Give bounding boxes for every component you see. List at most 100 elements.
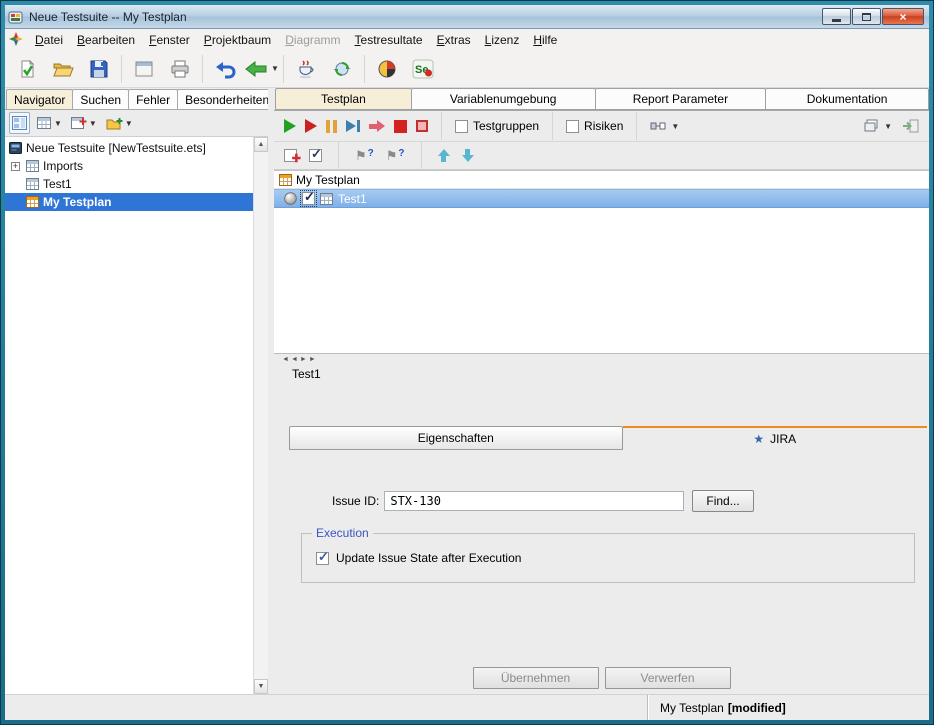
menu-projektbaum[interactable]: Projektbaum [197,31,278,49]
save-button[interactable] [81,52,117,86]
menu-hilfe[interactable]: Hilfe [526,31,564,49]
browser-refresh-button[interactable] [324,52,360,86]
tab-jira[interactable]: ★ JIRA [623,426,927,450]
row-enabled-checkbox[interactable] [302,192,315,205]
close-button[interactable]: × [882,8,924,25]
testplan-item-list: My Testplan Test1 [274,170,929,353]
chevron-down-icon: ▼ [671,122,679,131]
question-icon: ? [368,149,374,159]
export-report-button[interactable] [902,119,919,133]
expand-icon[interactable]: + [11,162,20,171]
java-bridge-button[interactable] [288,52,324,86]
flag-question-alt-icon[interactable]: ⚑? [386,149,405,162]
update-issue-row[interactable]: Update Issue State after Execution [316,551,914,565]
collapse-left-icon[interactable]: ◄ [282,356,289,363]
testplan-row-test1[interactable]: Test1 [274,189,929,208]
tab-navigator[interactable]: Navigator [6,89,73,109]
run-button[interactable] [284,119,296,133]
tree-item-test1[interactable]: Test1 [5,175,253,193]
collapse-left-icon[interactable]: ◄ [291,356,298,363]
app-window: Neue Testsuite -- My Testplan × Datei Be… [0,0,934,725]
tree-item-imports[interactable]: + Imports [5,157,253,175]
navigator-toolbar: ▼ ▼ ▼ [5,110,268,137]
menu-bearbeiten[interactable]: Bearbeiten [70,31,142,49]
open-button[interactable] [45,52,81,86]
testgruppen-label: Testgruppen [473,119,539,133]
tree-item-my-testplan[interactable]: My Testplan [5,193,253,211]
menu-testresultate[interactable]: Testresultate [348,31,430,49]
menu-fenster[interactable]: Fenster [142,31,197,49]
pause-button[interactable] [326,120,337,133]
collapse-right-icon[interactable]: ► [309,356,316,363]
detail-spacer [274,384,929,426]
navigate-back-icon [243,59,269,79]
testgruppen-checkbox[interactable]: Testgruppen [455,119,539,133]
selenium-button[interactable]: Se [405,52,441,86]
toggle-check-item-button[interactable] [309,149,322,162]
find-button[interactable]: Find... [692,490,753,512]
checkbox-icon[interactable] [455,120,468,133]
new-suite-button[interactable] [9,52,45,86]
move-down-button[interactable] [462,149,474,162]
scroll-down-icon[interactable]: ▼ [254,679,268,694]
titlebar[interactable]: Neue Testsuite -- My Testplan × [5,5,929,29]
tab-variablenumgebung[interactable]: Variablenumgebung [411,88,596,110]
tree-view-mode-icon [12,116,27,130]
update-issue-checkbox[interactable] [316,552,329,565]
testplan-root-row[interactable]: My Testplan [274,171,929,189]
undo-button[interactable] [207,52,243,86]
tree-scrollbar[interactable]: ▲ ▼ [253,137,268,694]
new-folder-menu-button[interactable]: ▼ [104,112,135,134]
horizontal-splitter[interactable]: ◄ ◄ ► ► [274,353,929,364]
minimize-button[interactable] [822,8,851,25]
run-to-end-button[interactable] [346,120,360,132]
scroll-up-icon[interactable]: ▲ [254,137,268,152]
execution-group-label: Execution [312,526,373,540]
issue-id-input[interactable] [384,491,684,511]
jira-icon: ★ [753,432,764,446]
report-layers-menu-button[interactable]: ▼ [863,119,892,133]
stop-button[interactable] [394,120,407,133]
checkbox-icon[interactable] [566,120,579,133]
new-testcase-menu-button[interactable]: ▼ [69,112,99,134]
flag-question-icon[interactable]: ⚑? [355,149,374,162]
apply-button-row: Übernehmen Verwerfen [274,662,929,694]
print-button[interactable] [162,52,198,86]
risiken-checkbox[interactable]: Risiken [566,119,623,133]
navigator-tree: Neue Testsuite [NewTestsuite.ets] + Impo… [5,137,253,694]
tab-fehler[interactable]: Fehler [128,89,178,109]
tree-item-suite[interactable]: Neue Testsuite [NewTestsuite.ets] [5,139,253,157]
apply-button[interactable]: Übernehmen [473,667,599,689]
maximize-button[interactable] [852,8,881,25]
new-folder-menu-icon [106,117,123,130]
menu-datei[interactable]: Datei [28,31,70,49]
window-copy-button[interactable] [126,52,162,86]
discard-button[interactable]: Verwerfen [605,667,731,689]
tab-besonderheiten[interactable]: Besonderheiten [177,89,277,109]
testplan-panel: Testplan Variablenumgebung Report Parame… [274,88,929,694]
navigate-back-button[interactable]: ▼ [243,52,279,86]
imports-icon [26,160,39,172]
connector-menu-button[interactable]: ▼ [650,119,679,133]
navigator-panel: Navigator Suchen Fehler Besonderheiten ▼… [5,88,268,694]
stop-all-button[interactable] [416,120,428,132]
tab-suchen[interactable]: Suchen [72,89,129,109]
tree-view-mode-button[interactable] [9,112,30,134]
detail-tab-bar: Eigenschaften ★ JIRA [289,426,927,450]
main-toolbar: ▼ Se [5,50,929,88]
menu-extras[interactable]: Extras [430,31,478,49]
tab-testplan[interactable]: Testplan [275,88,412,110]
new-item-menu-button[interactable]: ▼ [35,112,64,134]
run-debug-button[interactable] [305,119,317,133]
coverage-button[interactable] [369,52,405,86]
collapse-right-icon[interactable]: ► [300,356,307,363]
tab-eigenschaften[interactable]: Eigenschaften [289,426,623,450]
add-check-item-button[interactable]: ✚ [284,149,297,162]
move-up-button[interactable] [438,149,450,162]
menu-lizenz[interactable]: Lizenz [478,31,527,49]
tab-dokumentation[interactable]: Dokumentation [765,88,929,110]
tree-item-label: Imports [43,159,83,173]
testplan-icon [26,196,39,208]
tab-report-parameter[interactable]: Report Parameter [595,88,767,110]
step-button[interactable] [369,120,385,132]
